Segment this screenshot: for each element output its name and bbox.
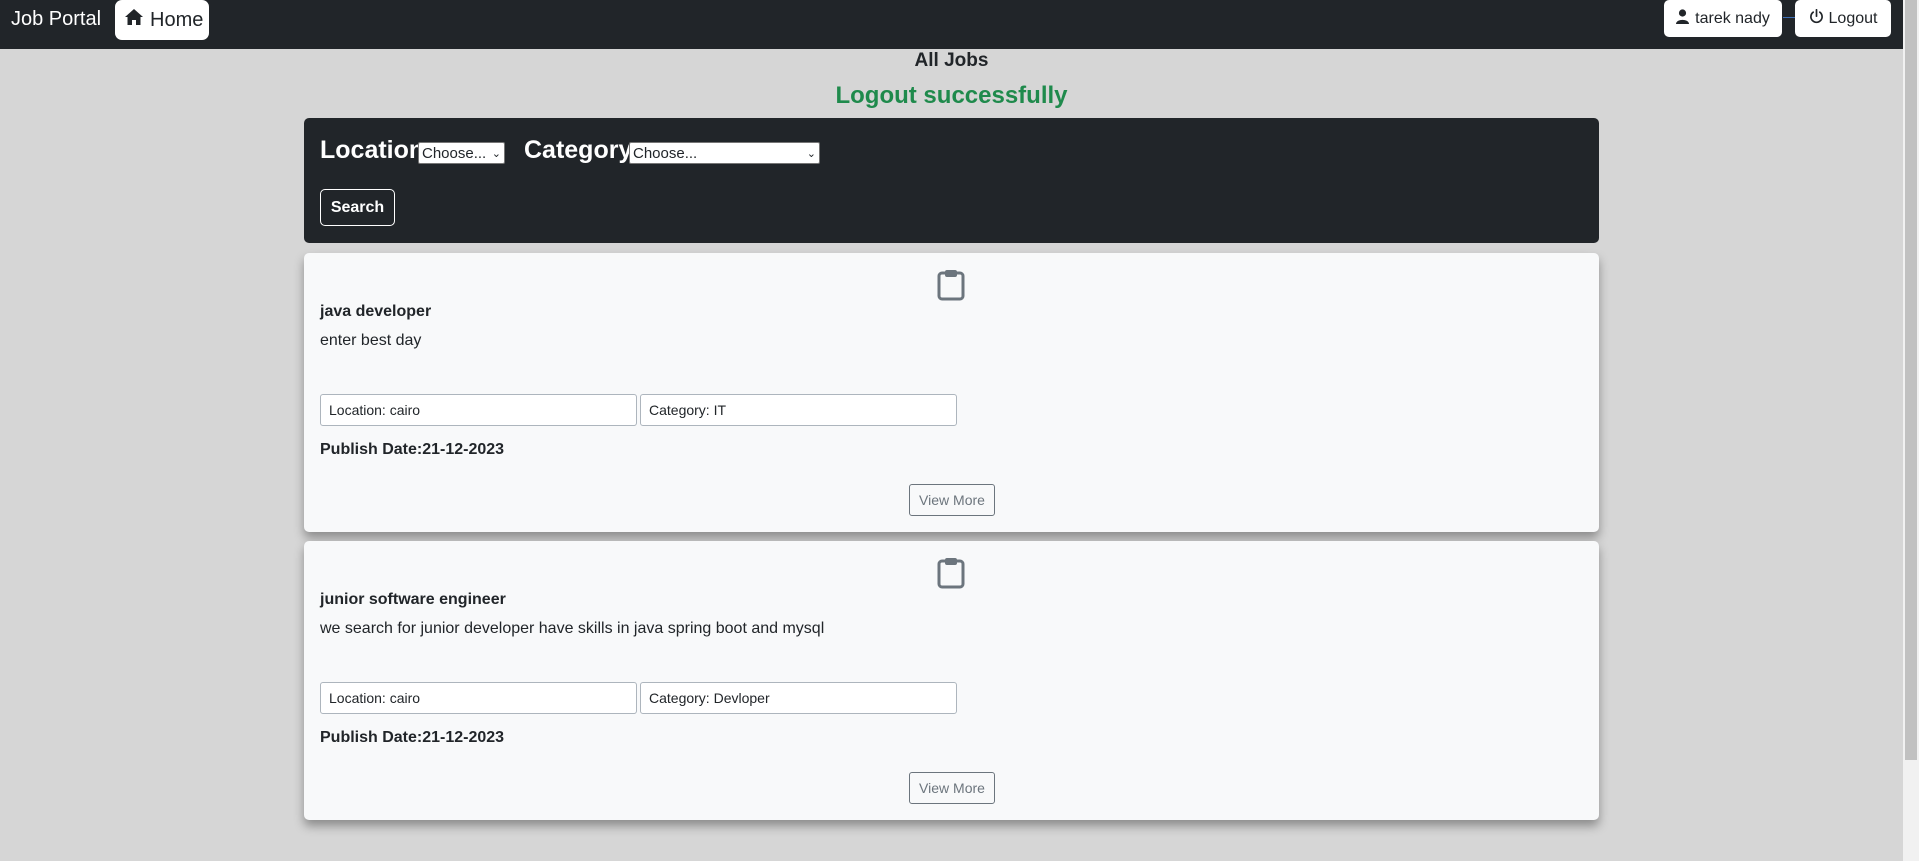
nav-separator	[1783, 17, 1795, 18]
clipboard-icon	[937, 269, 965, 306]
category-select[interactable]: Choose... ⌄	[629, 142, 820, 164]
view-more-button[interactable]: View More	[909, 484, 995, 516]
clipboard-icon	[937, 557, 965, 594]
job-card: java developer enter best day Location: …	[304, 253, 1599, 532]
location-filter-label: Location	[320, 136, 425, 164]
flash-message: Logout successfully	[835, 82, 1068, 109]
view-more-button[interactable]: View More	[909, 772, 995, 804]
brand-link[interactable]: Job Portal	[11, 8, 101, 31]
user-icon	[1676, 8, 1690, 29]
job-location-field: Location: cairo	[320, 682, 637, 714]
chevron-down-icon: ⌄	[806, 147, 816, 160]
job-description: we search for junior developer have skil…	[320, 620, 825, 637]
location-select[interactable]: Choose... ⌄	[418, 142, 505, 164]
job-title: java developer	[320, 303, 432, 320]
job-card: junior software engineer we search for j…	[304, 541, 1599, 820]
power-icon	[1809, 8, 1824, 29]
publish-date: Publish Date:21-12-2023	[320, 729, 505, 746]
location-select-value: Choose...	[422, 144, 487, 162]
user-name-label: tarek nady	[1695, 9, 1770, 27]
job-description: enter best day	[320, 332, 422, 349]
logout-label: Logout	[1828, 9, 1878, 27]
job-location-field: Location: cairo	[320, 394, 637, 426]
category-filter-label: Category	[524, 136, 633, 164]
job-category-field: Category: IT	[640, 394, 957, 426]
home-label: Home	[150, 8, 204, 31]
logout-button[interactable]: Logout	[1795, 0, 1891, 37]
search-button[interactable]: Search	[320, 189, 395, 226]
page-title: All Jobs	[914, 50, 989, 71]
home-button[interactable]: Home	[115, 0, 209, 40]
category-select-value: Choose...	[633, 144, 698, 162]
filter-panel: Location Choose... ⌄ Category Choose... …	[304, 118, 1599, 243]
publish-date: Publish Date:21-12-2023	[320, 441, 505, 458]
top-navbar: Job Portal Home tarek nady Logout	[0, 0, 1903, 49]
chevron-down-icon: ⌄	[491, 147, 501, 160]
scrollbar-thumb[interactable]	[1905, 0, 1917, 760]
user-profile-button[interactable]: tarek nady	[1664, 0, 1782, 37]
job-category-field: Category: Devloper	[640, 682, 957, 714]
job-title: junior software engineer	[320, 591, 506, 608]
home-icon	[124, 8, 144, 32]
